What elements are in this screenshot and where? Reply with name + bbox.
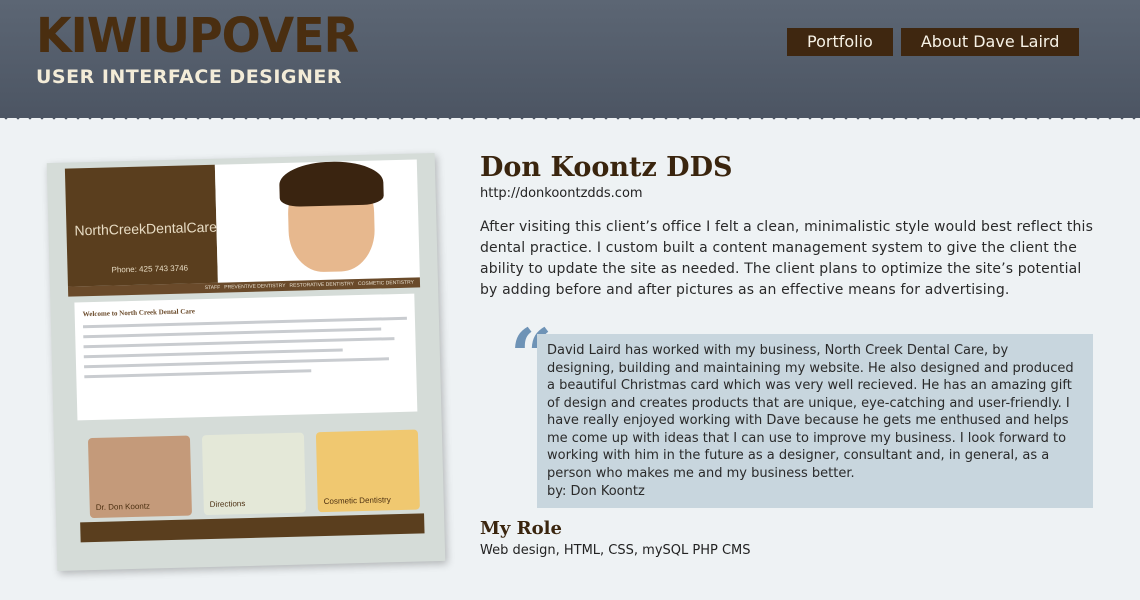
thumb-label: Cosmetic Dentistry	[323, 495, 391, 507]
screenshot-portrait	[214, 159, 420, 283]
screenshot-phone: Phone: 425 743 3746	[111, 263, 189, 275]
screenshot-body: Welcome to North Creek Dental Care	[74, 293, 418, 421]
screenshot-nav-item: RESTORATIVE DENTISTRY	[289, 281, 355, 289]
screenshot-footer	[80, 513, 425, 543]
screenshot-thumbnails: Dr. Don Koontz Directions Cosmetic Denti…	[87, 429, 420, 519]
thumb-label: Directions	[209, 499, 246, 509]
screenshot-nav-item: COSMETIC DENTISTRY	[357, 279, 415, 288]
project-title: Don Koontz DDS	[480, 152, 733, 183]
logo-title[interactable]: KIWIUPOVER	[36, 7, 359, 64]
testimonial-text: David Laird has worked with my business,…	[547, 343, 1074, 481]
text-line	[84, 369, 312, 379]
text-line	[83, 337, 395, 349]
project-description: After visiting this client’s office I fe…	[480, 219, 1094, 298]
screenshot-brand-panel: NorthCreekDentalCare Phone: 425 743 3746	[64, 164, 218, 287]
screenshot-brand-name: NorthCreekDentalCare	[74, 218, 218, 239]
nav-portfolio-button[interactable]: Portfolio	[787, 28, 893, 56]
text-line	[82, 316, 407, 329]
text-line	[83, 327, 382, 339]
testimonial-author: by: Don Koontz	[547, 484, 645, 499]
testimonial-box: David Laird has worked with my business,…	[537, 334, 1093, 508]
logo-subtitle: USER INTERFACE DESIGNER	[36, 66, 343, 88]
role-heading: My Role	[480, 518, 562, 539]
main-nav: Portfolio About Dave Laird	[787, 28, 1080, 56]
project-url-link[interactable]: http://donkoontzdds.com	[480, 186, 643, 201]
thumb-map: Directions	[201, 432, 306, 516]
text-line	[83, 348, 343, 359]
text-line	[84, 357, 389, 369]
screenshot-header: NorthCreekDentalCare Phone: 425 743 3746	[64, 159, 420, 287]
thumb-doctor: Dr. Don Koontz	[87, 435, 192, 519]
project-screenshot[interactable]: NorthCreekDentalCare Phone: 425 743 3746…	[46, 152, 446, 572]
screenshot-heading: Welcome to North Creek Dental Care	[82, 307, 196, 319]
header-zigzag-edge	[0, 114, 1140, 124]
portrait-hair	[278, 160, 384, 208]
thumb-label: Dr. Don Koontz	[95, 501, 151, 512]
thumb-cosmetic: Cosmetic Dentistry	[315, 429, 420, 513]
role-text: Web design, HTML, CSS, mySQL PHP CMS	[480, 543, 751, 558]
screenshot-nav-item: STAFF	[204, 284, 221, 292]
nav-about-button[interactable]: About Dave Laird	[900, 28, 1080, 56]
screenshot-nav-item: PREVENTIVE DENTISTRY	[224, 282, 286, 291]
